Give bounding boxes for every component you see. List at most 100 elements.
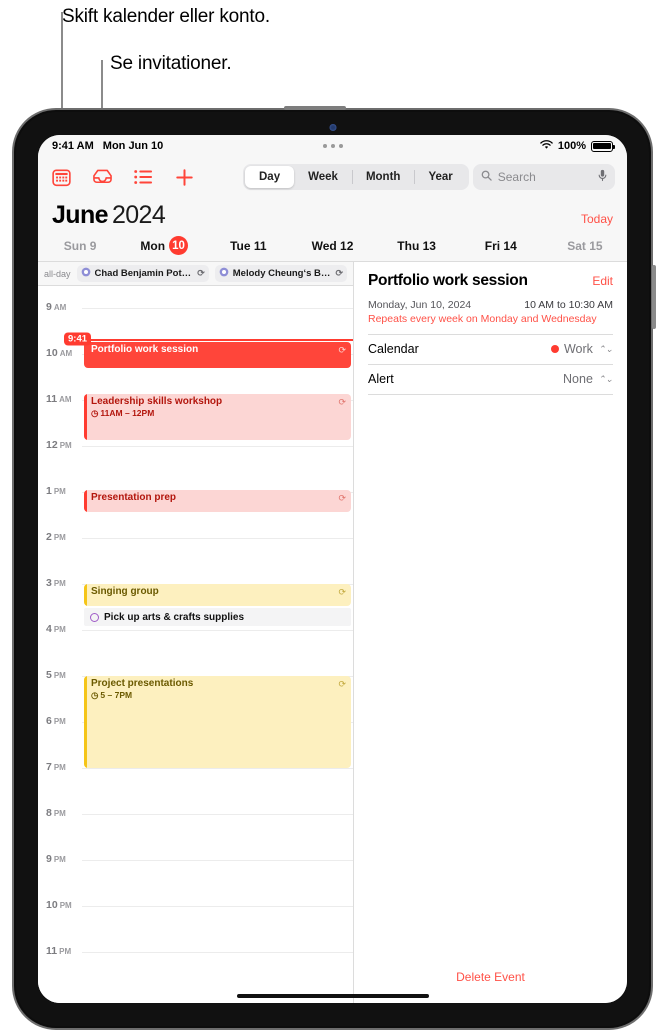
hour-line	[82, 630, 353, 631]
detail-row-alert[interactable]: Alert None ⌃⌄	[368, 365, 613, 395]
detail-row-value: Work ⌃⌄	[550, 342, 613, 356]
all-day-event-title: Melody Cheung‘s Bi…	[232, 268, 332, 279]
birthday-icon	[219, 267, 229, 280]
hour-label: 7 PM	[46, 761, 66, 773]
event-time: ◷ 5 – 7PM	[91, 690, 133, 700]
search-input[interactable]: Search	[472, 164, 615, 190]
battery-icon	[591, 140, 615, 152]
event-title: Portfolio work session	[91, 344, 199, 355]
day-column-wed[interactable]: Wed 12	[290, 236, 374, 255]
year-label: 2024	[111, 201, 166, 229]
reminder-pick-up-arts-crafts[interactable]: Pick up arts & crafts supplies	[84, 608, 351, 626]
event-detail: Portfolio work session Edit Monday, Jun …	[354, 262, 627, 395]
all-day-event-title: Chad Benjamin Pott…	[94, 268, 194, 279]
search-placeholder-text: Search	[497, 170, 536, 184]
detail-row-label: Calendar	[368, 342, 419, 356]
hour-label: 11 PM	[46, 945, 72, 957]
add-event-icon[interactable]	[173, 166, 195, 188]
hour-line	[82, 768, 353, 769]
event-title: Presentation prep	[91, 492, 177, 503]
magnifying-glass-icon	[481, 170, 492, 184]
current-time-badge: 9:41	[64, 332, 92, 346]
repeat-icon: ⟳	[197, 268, 205, 278]
hour-label: 8 PM	[46, 807, 66, 819]
event-presentation-prep[interactable]: Presentation prep ⟳	[84, 490, 351, 512]
tab-year[interactable]: Year	[414, 166, 466, 188]
calendars-icon[interactable]	[50, 166, 72, 188]
ipad-device-frame: 9:41 AM Mon Jun 10 100% Day Week Month Y…	[14, 106, 656, 1028]
list-view-icon[interactable]	[132, 166, 154, 188]
tab-month[interactable]: Month	[351, 166, 414, 188]
delete-event-button[interactable]: Delete Event	[354, 970, 627, 984]
event-portfolio-work-session[interactable]: Portfolio work session ⟳	[84, 342, 351, 368]
hour-line	[82, 814, 353, 815]
device-side-button	[652, 265, 656, 329]
all-day-event-chad[interactable]: Chad Benjamin Pott… ⟳	[76, 265, 209, 282]
detail-row-value: None ⌃⌄	[563, 372, 613, 386]
battery-percent-label: 100%	[557, 140, 586, 152]
day-column-thu[interactable]: Thu 13	[375, 236, 459, 255]
callout-label-see-invitations: Se invitationer.	[110, 53, 232, 74]
status-bar-time: 9:41 AM	[52, 140, 94, 152]
hour-label: 10 PM	[46, 899, 72, 911]
day-column-mon-selected[interactable]: Mon 10	[122, 236, 206, 255]
day-column-tue[interactable]: Tue 11	[206, 236, 290, 255]
hour-grid[interactable]: 9 AM 10 AM 11 AM 12 PM 1 PM 2 PM 3 PM 4 …	[38, 286, 353, 1003]
event-color-bar	[84, 394, 87, 440]
edit-button[interactable]: Edit	[592, 274, 613, 288]
repeat-icon: ⟳	[338, 345, 346, 355]
chevron-updown-icon: ⌃⌄	[597, 343, 613, 354]
repeat-icon: ⟳	[338, 587, 346, 597]
tab-day[interactable]: Day	[245, 166, 295, 188]
event-project-presentations[interactable]: Project presentations ◷ 5 – 7PM ⟳	[84, 676, 351, 768]
content-body: all-day Chad Benjamin Pott… ⟳ Melody Che…	[38, 262, 627, 1003]
event-title: Project presentations	[91, 678, 194, 689]
hour-line	[82, 906, 353, 907]
multitask-dots-icon[interactable]	[322, 144, 343, 148]
inbox-invitations-icon[interactable]	[91, 166, 113, 188]
event-color-bar	[84, 676, 87, 768]
all-day-event-melody[interactable]: Melody Cheung‘s Bi… ⟳	[214, 265, 348, 282]
hour-label: 3 PM	[46, 577, 66, 589]
hour-line	[82, 860, 353, 861]
birthday-icon	[81, 267, 91, 280]
event-title: Leadership skills workshop	[91, 396, 223, 407]
event-time: ◷ 11AM – 12PM	[91, 408, 155, 418]
detail-row-calendar[interactable]: Calendar Work ⌃⌄	[368, 335, 613, 365]
hour-label: 12 PM	[46, 439, 72, 451]
page-title: June 2024	[52, 201, 166, 230]
hour-label: 2 PM	[46, 531, 66, 543]
wifi-icon	[540, 139, 553, 153]
event-color-bar	[84, 490, 87, 512]
hour-line	[82, 538, 353, 539]
reminder-checkbox-icon[interactable]	[90, 612, 99, 622]
tab-week[interactable]: Week	[294, 166, 352, 188]
day-column-fri[interactable]: Fri 14	[459, 236, 543, 255]
event-detail-time-range: 10 AM to 10:30 AM	[524, 299, 613, 311]
month-label: June	[52, 201, 109, 229]
day-timeline-pane: all-day Chad Benjamin Pott… ⟳ Melody Che…	[38, 262, 354, 1003]
event-detail-title: Portfolio work session	[368, 272, 528, 289]
hour-label: 11 AM	[46, 393, 72, 405]
day-label: Tue 11	[230, 238, 267, 253]
microphone-icon[interactable]	[598, 169, 607, 185]
today-button[interactable]: Today	[581, 212, 613, 226]
hour-label: 6 PM	[46, 715, 66, 727]
day-label: Mon	[140, 238, 166, 253]
day-column-sat[interactable]: Sat 15	[543, 236, 627, 255]
event-detail-header: Portfolio work session Edit	[368, 272, 613, 290]
day-column-sun[interactable]: Sun 9	[38, 236, 122, 255]
status-bar: 9:41 AM Mon Jun 10 100%	[38, 135, 627, 157]
day-label: Thu 13	[397, 238, 436, 253]
clock-icon: ◷	[91, 408, 99, 418]
hour-label: 9 AM	[46, 301, 67, 313]
event-singing-group[interactable]: Singing group ⟳	[84, 584, 351, 606]
view-mode-segmented-control: Day Week Month Year	[243, 164, 469, 190]
current-time-line	[64, 339, 353, 341]
event-title: Singing group	[91, 586, 159, 597]
event-leadership-skills-workshop[interactable]: Leadership skills workshop ◷ 11AM – 12PM…	[84, 394, 351, 440]
hour-line	[82, 952, 353, 953]
home-indicator[interactable]	[236, 994, 429, 998]
clock-icon: ◷	[91, 690, 99, 700]
status-bar-date: Mon Jun 10	[102, 140, 164, 152]
